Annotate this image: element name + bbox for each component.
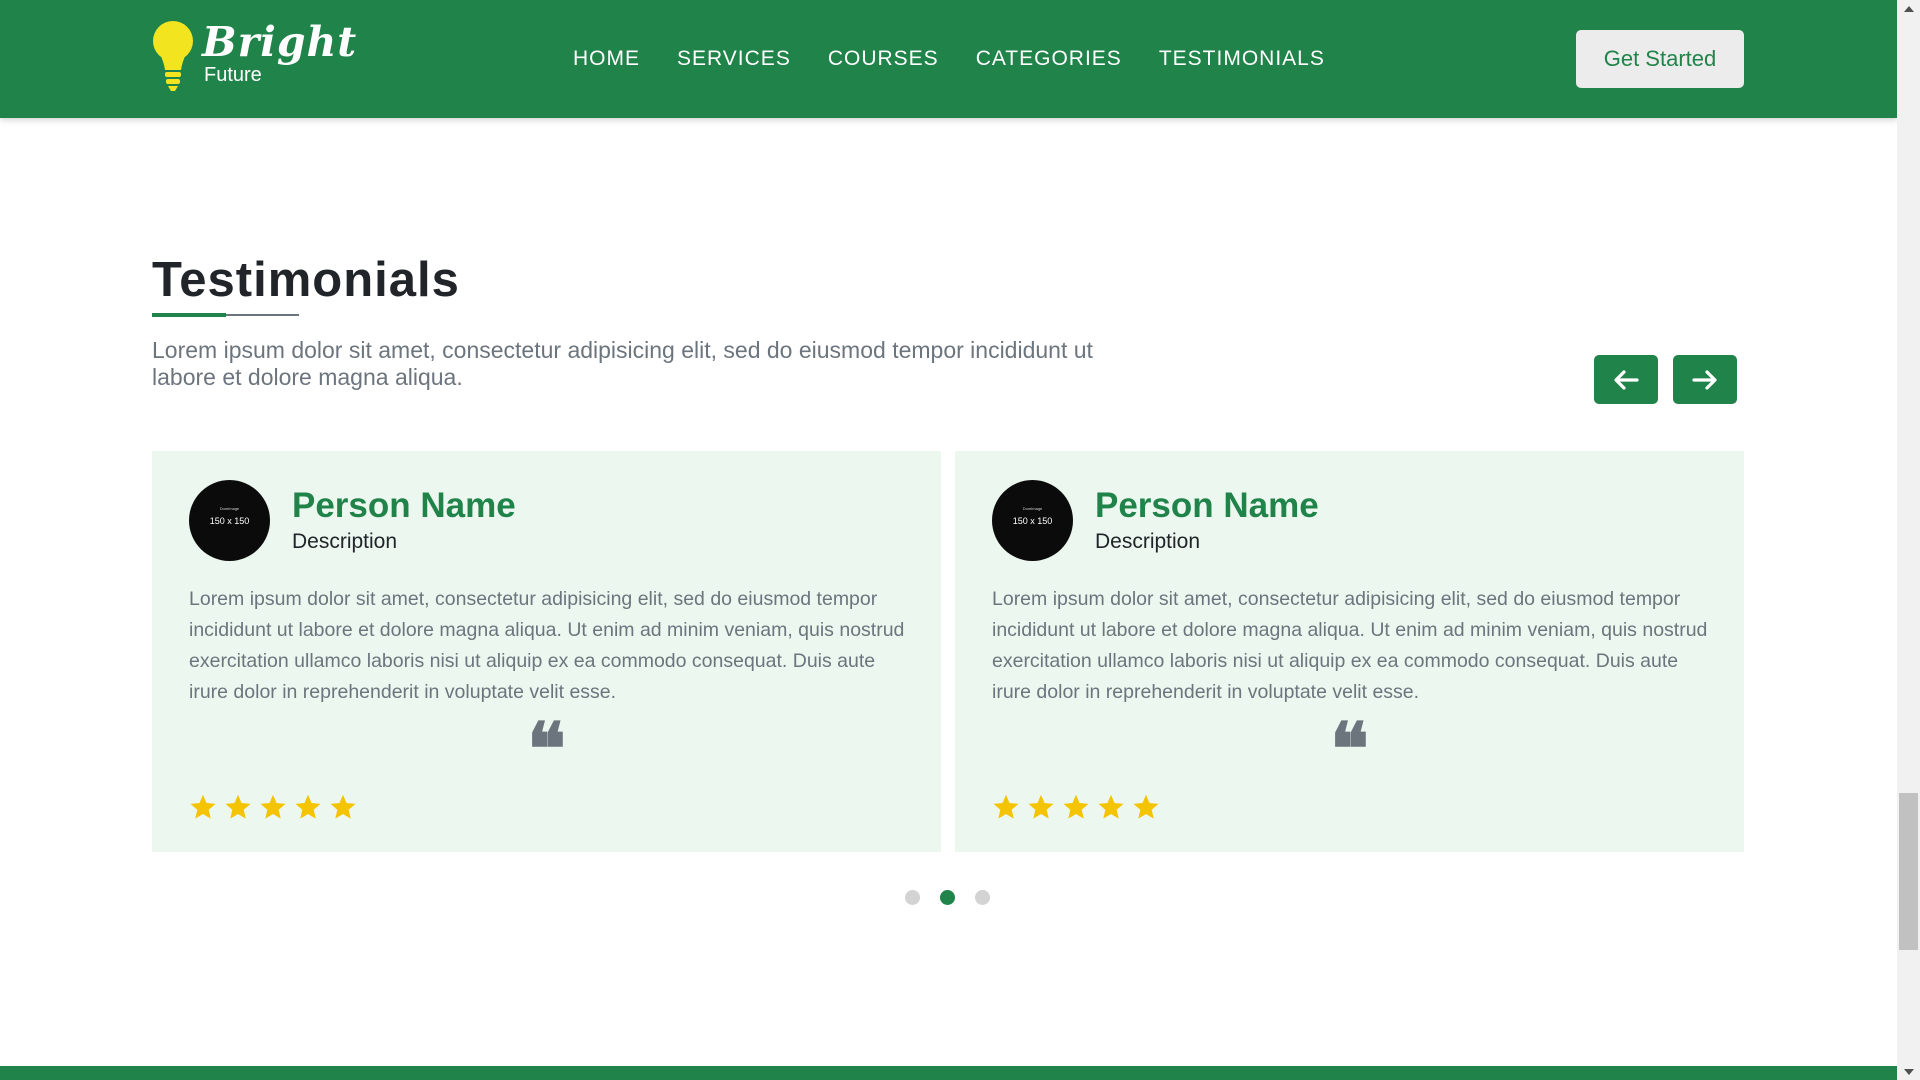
section-description: Lorem ipsum dolor sit amet, consectetur … [152,337,1093,390]
star-icon [330,794,356,819]
arrow-right-icon [1692,369,1717,390]
pagination-dot-1[interactable] [905,890,920,905]
scroll-down-button[interactable] [1897,1063,1920,1080]
quote-icon: ❝ [527,706,566,791]
scroll-up-button[interactable] [1897,0,1920,17]
avatar: DumImage 150 x 150 [189,480,270,561]
person-name: Person Name [292,486,516,525]
chevron-down-icon [1903,1068,1914,1075]
pagination-dot-2[interactable] [940,890,955,905]
pagination-dot-3[interactable] [975,890,990,905]
logo-title: Bright [202,18,358,66]
star-icon [260,794,286,819]
star-icon [1098,794,1124,819]
nav-item-categories[interactable]: CATEGORIES [976,44,1122,74]
carousel-prev-button[interactable] [1594,355,1658,404]
person-description: Description [292,530,398,553]
star-icon [993,794,1019,819]
carousel-pagination [905,890,1010,905]
testimonial-text: Lorem ipsum dolor sit amet, consectetur … [992,588,1708,703]
testimonial-card: DumImage 150 x 150 Person Name Descripti… [955,451,1744,852]
lightbulb-icon [153,21,193,91]
nav-item-home[interactable]: HOME [573,44,640,74]
avatar-placeholder-text: 150 x 150 [1012,516,1053,526]
chevron-up-icon [1903,5,1914,12]
person-description: Description [1095,530,1201,553]
quote-icon: ❝ [1330,706,1369,791]
carousel-next-button[interactable] [1673,355,1737,404]
testimonial-text: Lorem ipsum dolor sit amet, consectetur … [189,588,905,703]
main-nav: HOME SERVICES COURSES CATEGORIES TESTIMO… [573,44,1362,74]
arrow-left-icon [1614,369,1639,390]
site-header: Bright Future HOME SERVICES COURSES CATE… [0,0,1897,118]
star-icon [295,794,321,819]
avatar-caption: DumImage [1022,506,1043,511]
get-started-button[interactable]: Get Started [1576,30,1744,88]
vertical-scrollbar[interactable] [1897,0,1920,1080]
testimonial-card: DumImage 150 x 150 Person Name Descripti… [152,451,941,852]
section-title: Testimonials [152,253,460,307]
nav-item-courses[interactable]: COURSES [828,44,939,74]
star-rating [189,793,364,821]
logo-subtitle: Future [204,64,262,86]
star-icon [225,794,251,819]
page: Bright Future HOME SERVICES COURSES CATE… [0,0,1897,1080]
nav-item-services[interactable]: SERVICES [677,44,791,74]
scrollbar-thumb[interactable] [1899,793,1918,950]
star-rating [992,793,1167,821]
footer-strip [0,1066,1897,1080]
star-icon [1028,794,1054,819]
star-icon [1063,794,1089,819]
nav-item-testimonials[interactable]: TESTIMONIALS [1159,44,1325,74]
title-underline-accent [152,313,226,317]
avatar-caption: DumImage [219,506,240,511]
logo[interactable]: Bright Future [150,20,357,92]
avatar-placeholder-text: 150 x 150 [209,516,250,526]
star-icon [190,794,216,819]
avatar: DumImage 150 x 150 [992,480,1073,561]
star-icon [1133,794,1159,819]
person-name: Person Name [1095,486,1319,525]
